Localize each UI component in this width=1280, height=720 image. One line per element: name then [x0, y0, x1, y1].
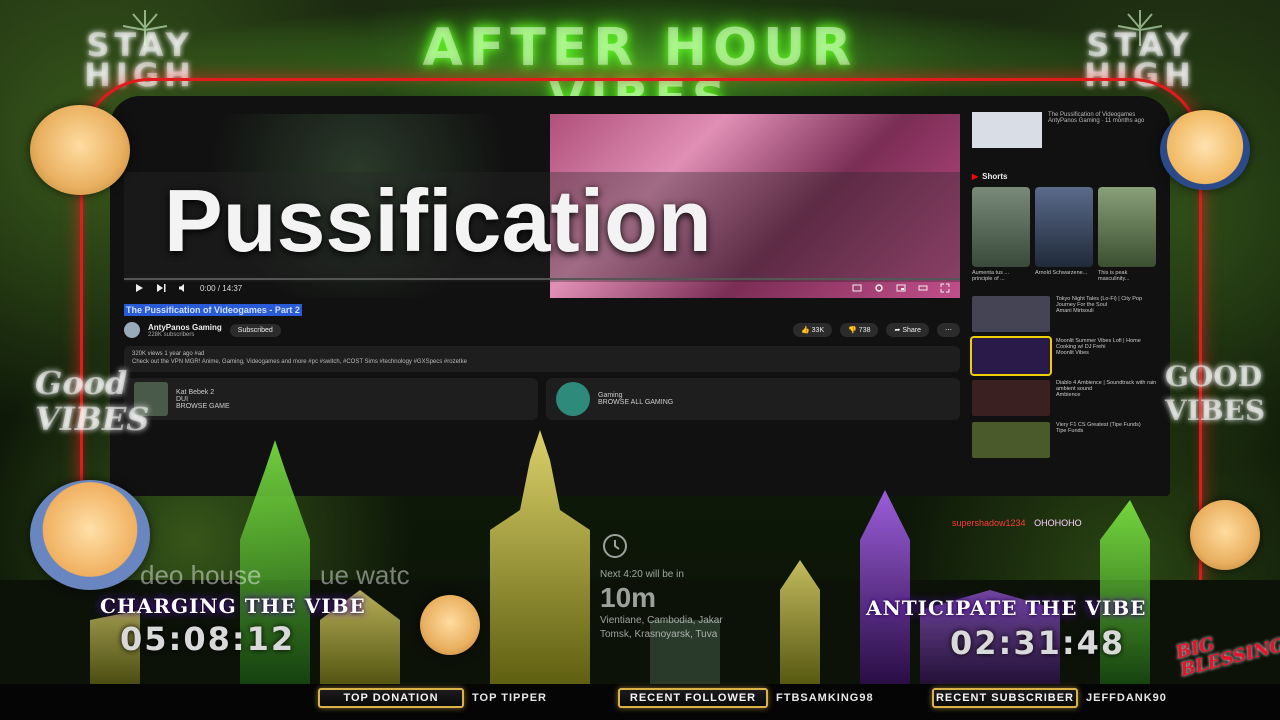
overlay-title-line1: AFTER HOUR: [422, 18, 858, 78]
cannabis-leaf-icon: [1117, 10, 1163, 46]
countdown-message: Next 4:20 will be in: [600, 569, 684, 580]
recent-subscriber-label: RECENT SUBSCRIBER: [932, 688, 1078, 708]
sleepy-cat-sticker: [30, 105, 130, 195]
small-cat-sticker: [420, 595, 480, 655]
chat-user: supershadow1234: [952, 518, 1026, 528]
four-twenty-countdown: Next 4:20 will be in 10m Vientiane, Camb…: [600, 530, 740, 660]
cannabis-leaf-icon: [122, 10, 168, 46]
recent-follower-value: FTBSAMKING98: [776, 692, 874, 704]
recent-follower-label: RECENT FOLLOWER: [618, 688, 768, 708]
ghost-text: ue watc: [320, 560, 410, 590]
charging-vibe-label: CHARGING THE VIBE: [100, 594, 366, 618]
anticipate-vibe-timer: 02:31:48: [950, 624, 1126, 662]
grumpy-cat-sticker: [1190, 500, 1260, 570]
moon-cat-sticker: [1160, 110, 1250, 190]
sleeping-cat-sticker: [30, 480, 150, 590]
top-donation-label: TOP DONATION: [318, 688, 464, 708]
countdown-minutes: 10m: [600, 582, 657, 613]
alarm-clock-icon: [603, 534, 627, 558]
ghost-text: deo house: [140, 560, 262, 590]
top-tipper-label: TOP TIPPER: [472, 692, 548, 704]
anticipate-vibe-label: ANTICIPATE THE VIBE: [866, 596, 1147, 620]
good-vibes-left: Good VIBES: [35, 364, 150, 438]
countdown-locations: Tomsk, Krasnoyarsk, Tuva: [600, 629, 718, 640]
chat-text: OHOHOHO: [1034, 518, 1082, 528]
charging-vibe-timer: 05:08:12: [120, 620, 296, 658]
recent-subscriber-value: JEFFDANK90: [1086, 692, 1167, 704]
countdown-locations: Vientiane, Cambodia, Jakar: [600, 615, 723, 626]
chat-message: supershadow1234 OHOHOHO: [952, 518, 1082, 528]
good-vibes-right: GOOD VIBES: [1165, 360, 1266, 427]
